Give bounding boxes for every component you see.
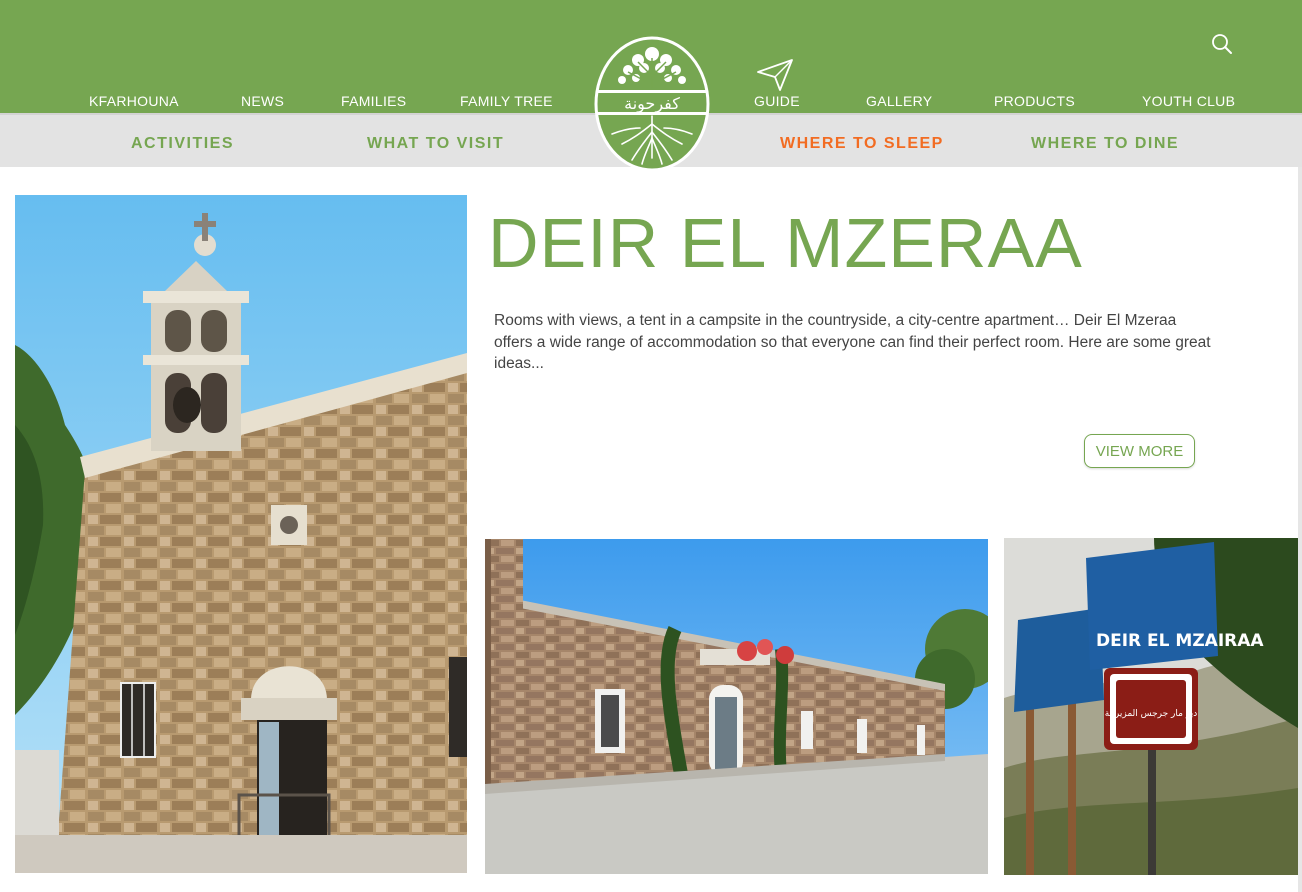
church-photo[interactable]: [15, 195, 467, 873]
nav-products[interactable]: PRODUCTS: [994, 93, 1075, 109]
description-text: Rooms with views, a tent in a campsite i…: [494, 312, 1211, 372]
nav-kfarhouna[interactable]: KFARHOUNA: [89, 93, 179, 109]
site-logo[interactable]: كفرحونة: [592, 28, 712, 170]
logo-arabic-text: كفرحونة: [624, 94, 680, 114]
village-sign-photo[interactable]: DEIR EL MZAIRAA دير مار جرجس المزيرعة: [1004, 538, 1298, 875]
monastery-building-photo[interactable]: [485, 539, 988, 874]
sign-arabic-text: دير مار جرجس المزيرعة: [1105, 709, 1198, 719]
tab-where-to-dine[interactable]: WHERE TO DINE: [1031, 135, 1179, 153]
nav-youth-club[interactable]: YOUTH CLUB: [1142, 93, 1235, 109]
search-icon[interactable]: [1210, 32, 1234, 56]
nav-families[interactable]: FAMILIES: [341, 93, 406, 109]
nav-gallery[interactable]: GALLERY: [866, 93, 932, 109]
tab-activities[interactable]: ACTIVITIES: [131, 135, 234, 153]
sign-latin-text: DEIR EL MZAIRAA: [1096, 631, 1264, 651]
view-more-button[interactable]: VIEW MORE: [1084, 434, 1195, 468]
tab-where-to-sleep[interactable]: WHERE TO SLEEP: [780, 135, 944, 153]
tab-what-to-visit[interactable]: WHAT TO VISIT: [367, 135, 504, 153]
nav-news[interactable]: NEWS: [241, 93, 284, 109]
page: KFARHOUNA NEWS FAMILIES FAMILY TREE GUID…: [0, 0, 1302, 892]
scrollbar-track[interactable]: [1298, 167, 1302, 892]
navigation-arrow-icon[interactable]: [756, 58, 794, 92]
page-title: DEIR EL MZERAA: [488, 204, 1083, 282]
nav-family-tree[interactable]: FAMILY TREE: [460, 93, 553, 109]
nav-guide[interactable]: GUIDE: [754, 93, 800, 109]
